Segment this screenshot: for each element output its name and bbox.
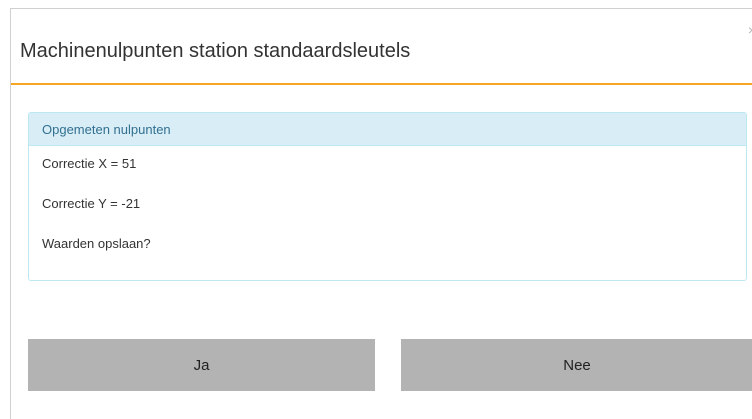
modal-dialog: Machinenulpunten station standaardsleute… [10,8,752,419]
info-panel: Opgemeten nulpunten Correctie X = 51 Cor… [28,112,747,281]
yes-button[interactable]: Ja [28,339,375,391]
correction-x-text: Correctie X = 51 [42,156,137,171]
close-icon[interactable]: × [748,23,752,37]
panel-heading: Opgemeten nulpunten [29,113,746,146]
dialog-header: Machinenulpunten station standaardsleute… [11,9,752,85]
correction-y-text: Correctie Y = -21 [42,196,141,211]
save-question-text: Waarden opslaan? [42,236,151,251]
dialog-title: Machinenulpunten station standaardsleute… [20,40,411,62]
no-button[interactable]: Nee [401,339,752,391]
panel-body: Correctie X = 51 Correctie Y = -21 Waard… [29,146,746,254]
